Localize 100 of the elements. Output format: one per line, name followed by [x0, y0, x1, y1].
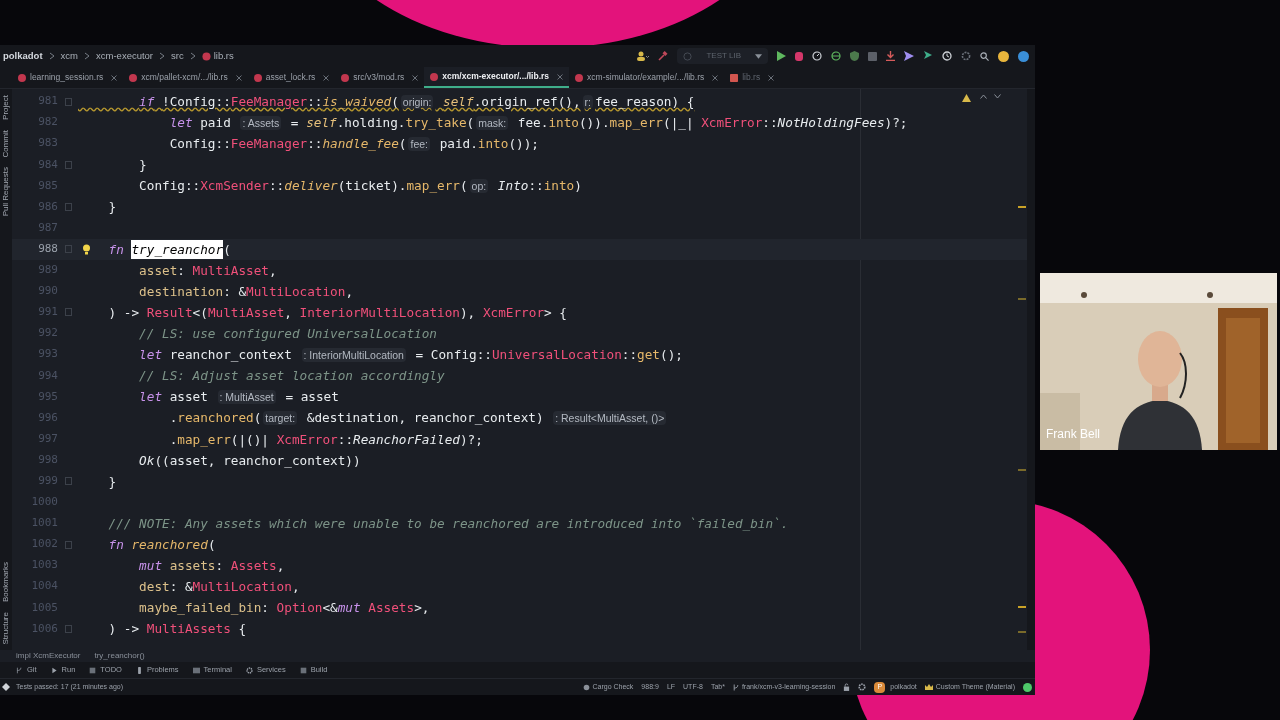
parameter-name: maybe_failed_bin [139, 599, 262, 618]
editor-tab[interactable]: xcm/xcm-executor/.../lib.rs [424, 67, 570, 88]
breadcrumb-item[interactable]: impl XcmExecutor [16, 650, 81, 662]
parameter-name: asset [139, 261, 178, 280]
code-text: ), [460, 303, 477, 322]
close-icon[interactable] [111, 74, 118, 81]
code-text: :: [528, 177, 544, 196]
type-name: Assets [368, 599, 415, 618]
code-text: (|_| [663, 114, 695, 133]
shield-icon[interactable] [850, 51, 859, 61]
function-name: deliver [284, 177, 338, 196]
rust-file-icon [201, 51, 211, 61]
code-text: : & [223, 282, 247, 301]
tool-window-label[interactable]: Pull Requests [2, 167, 10, 217]
code-text: :: [337, 430, 354, 449]
play-icon [50, 666, 58, 674]
tool-window-label[interactable]: Bookmarks [2, 561, 10, 602]
line-number: 1000 [30, 494, 58, 511]
breadcrumb-item[interactable]: src [171, 48, 184, 64]
code-text: paid. [439, 135, 478, 154]
play-icon[interactable] [777, 51, 786, 61]
tool-window-label[interactable]: Commit [2, 129, 10, 158]
type-name: Assets [230, 557, 277, 576]
code-text: } [108, 198, 117, 217]
line-number: 981 [37, 93, 58, 110]
line-number: 996 [37, 409, 58, 426]
function-name: reanchored [131, 536, 208, 554]
editor-tab[interactable]: src/v3/mod.rs [335, 67, 425, 88]
breadcrumb-item[interactable]: polkadot [3, 48, 43, 64]
line-number: 984 [37, 156, 58, 173]
line-number: 985 [37, 177, 58, 194]
code-text: :: [621, 346, 638, 365]
code-text: . [169, 409, 178, 428]
function-name: map_err [406, 177, 460, 196]
chevron-down-icon[interactable] [994, 94, 1001, 99]
close-icon[interactable] [323, 74, 330, 81]
person-icon[interactable] [637, 51, 650, 61]
chevron-up-icon[interactable] [980, 94, 987, 99]
code-text: :: [307, 135, 323, 154]
status-dot-icon[interactable] [1023, 682, 1032, 692]
breadcrumb-item[interactable]: lib.rs [213, 48, 234, 64]
warning-icon[interactable] [962, 94, 971, 102]
code-text: : [177, 261, 186, 280]
breadcrumb-item[interactable]: try_reanchor() [94, 650, 145, 662]
code-text: ((asset, reanchor_context)) [154, 451, 361, 470]
function-name: get [637, 346, 660, 365]
close-icon[interactable] [235, 74, 242, 81]
line-number: 988 [37, 240, 58, 257]
inlay-hint: r: [582, 94, 594, 109]
gauge-icon[interactable] [812, 51, 822, 61]
close-icon[interactable] [557, 73, 564, 80]
type-name: XcmError [701, 114, 763, 133]
gear-icon[interactable] [858, 683, 867, 691]
rust-file-icon [575, 73, 584, 82]
tool-window-label[interactable]: Project [2, 95, 10, 120]
code-text: ( [391, 93, 399, 111]
close-icon[interactable] [412, 74, 419, 81]
code-text: Config:: [169, 135, 231, 154]
code-text: = Config:: [415, 346, 492, 365]
function-name: reanchored [177, 409, 254, 428]
chevron-icon [159, 52, 166, 60]
inlay-hint: op: [469, 178, 489, 193]
keyword: let [169, 114, 193, 133]
editor-tab[interactable]: xcm-simulator/example/.../lib.rs [569, 67, 725, 88]
close-icon[interactable] [768, 74, 775, 81]
close-icon[interactable] [712, 74, 719, 81]
code-text: { [238, 620, 247, 639]
code-text: Ok [139, 451, 155, 470]
editor-tab[interactable]: learning_session.rs [12, 67, 124, 88]
history-icon[interactable] [942, 51, 952, 61]
editor-tab[interactable]: asset_lock.rs [247, 67, 336, 88]
type-name: Result [146, 303, 193, 322]
line-number: 991 [37, 304, 58, 321]
code-text: , [345, 282, 353, 301]
lightbulb-icon[interactable] [82, 243, 91, 255]
type-name: XcmSender [200, 177, 269, 196]
download-icon[interactable] [886, 51, 895, 61]
code-text: fee. [517, 114, 549, 133]
breadcrumb-item[interactable]: xcm-executor [96, 48, 154, 64]
breadcrumb-item[interactable]: xcm [60, 48, 78, 64]
code-text: )?; [460, 430, 483, 449]
editor-tab[interactable]: xcm/pallet-xcm/.../lib.rs [123, 67, 248, 88]
settings-icon[interactable] [961, 51, 971, 61]
caret-icon[interactable] [755, 53, 762, 59]
code-text: ( [207, 536, 216, 554]
code-comment: // LS: use configured UniversalLocation [139, 325, 437, 344]
keyword: fn [108, 536, 124, 554]
type-name: MultiAsset [192, 261, 269, 280]
code-text: (|()| [230, 430, 270, 449]
tool-window-label[interactable]: Structure [2, 611, 10, 644]
code-text: . [169, 430, 178, 449]
lock-icon[interactable] [843, 683, 851, 691]
code-text: ) [574, 177, 582, 196]
inlay-hint: : Result<MultiAsset, ()> [553, 410, 667, 425]
send-icon[interactable] [904, 51, 914, 61]
code-text: , [284, 303, 293, 322]
code-text: = asset [285, 388, 339, 407]
search-icon[interactable] [980, 51, 989, 61]
type-name: InteriorMultiLocation [299, 303, 460, 322]
stop-icon[interactable] [868, 51, 877, 61]
